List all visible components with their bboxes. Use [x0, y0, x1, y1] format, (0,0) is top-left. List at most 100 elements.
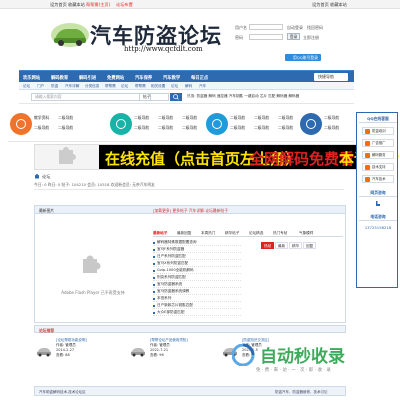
search-button[interactable] — [170, 93, 182, 101]
nav-item-7[interactable]: 每日正点 — [191, 75, 208, 81]
bookmark-link[interactable]: 收藏本站 — [68, 2, 85, 8]
subnav-item[interactable]: 论坛 — [23, 84, 30, 89]
nav-link[interactable]: 二级导航 — [134, 125, 149, 131]
nav-link[interactable]: 二级导航 — [324, 115, 339, 121]
auto-login-label[interactable]: 自动登录 — [287, 25, 303, 31]
ad-banner[interactable]: 在线充值（点击首页左上角） 全网解码免费看 本论坛转 — [34, 144, 399, 170]
home-icon[interactable] — [34, 173, 40, 179]
qq-service-item[interactable]: 广告推广 — [362, 139, 394, 147]
nav-item-4[interactable]: 免费网站 — [107, 75, 124, 81]
tab-picks[interactable]: 论坛精选 — [249, 231, 263, 236]
star-icon[interactable] — [300, 113, 322, 135]
footer-left-text[interactable]: 汽车助盗解码技术-技术论坛区 — [39, 390, 86, 395]
breadcrumb-forum[interactable]: 论坛 — [42, 174, 50, 180]
hot-term[interactable]: 遥控器 — [217, 94, 228, 98]
top-right-link-homepage[interactable]: 设为首页 — [312, 2, 329, 8]
nav-item-5[interactable]: 汽车保养 — [135, 75, 152, 81]
hot-term[interactable]: 匹配 — [268, 94, 275, 98]
login-button[interactable]: 登录 — [287, 33, 300, 40]
nav-link[interactable]: 二级导航 — [324, 125, 339, 131]
welcome-new-member[interactable]: 欢迎新会员: 无奈汽车明友 — [111, 182, 155, 187]
subnav-item[interactable]: 论坛 — [171, 84, 178, 89]
nav-item-6[interactable]: 汽车教学 — [163, 75, 180, 81]
qq-service-item[interactable]: 汽车技术 — [362, 175, 394, 183]
nav-link[interactable]: 教学资料 — [34, 115, 49, 121]
list-item[interactable]: 日产新款芯片钥匙匹配 — [153, 302, 241, 309]
phone-number[interactable]: 13725156218 — [359, 225, 397, 230]
forum-icon[interactable] — [206, 113, 228, 135]
password-input[interactable] — [249, 34, 283, 40]
panel-header-links[interactable]: [加载更多] 更多帖子 汽车详解-论坛最新帖子 — [153, 208, 228, 214]
nav-item-1[interactable]: 欢乐网站 — [23, 75, 40, 81]
hot-term[interactable]: 解码器 — [277, 94, 288, 98]
car-thumbnail[interactable] — [130, 345, 146, 357]
nav-link[interactable]: 二级导航 — [158, 125, 173, 131]
list-item[interactable]: 解码器特殊数据配置查询 — [153, 239, 241, 246]
hot-term[interactable]: 解码器 — [288, 94, 299, 98]
nav-link[interactable]: 二级导航 — [34, 125, 49, 131]
qq-service-item[interactable]: 技术支持 — [362, 163, 394, 171]
qq-login-button[interactable]: 用QQ账号登录 — [285, 54, 321, 61]
hot-term[interactable]: 芯片 — [260, 94, 267, 98]
search-scope-select[interactable]: 帖子 — [139, 93, 169, 101]
nav-link[interactable]: 二级导航 — [230, 125, 245, 131]
flash-slideshow[interactable]: Adobe Flash Player 已不再受支持 — [38, 218, 148, 320]
nav-item-2[interactable]: 解码教育 — [51, 75, 68, 81]
quick-nav-dropdown[interactable]: 快捷导航 — [314, 73, 348, 81]
nav-link[interactable]: 二级导航 — [278, 115, 293, 121]
list-item[interactable]: 宝马F系列防盗器 — [153, 246, 241, 253]
subnav-item[interactable]: 帮帮需 — [105, 84, 116, 89]
hot-term[interactable]: 汽车钥匙 — [229, 94, 243, 98]
qq-service-item[interactable]: 解码服务 — [362, 151, 394, 159]
tab-digest[interactable]: 精华帖子 — [225, 231, 239, 236]
list-item[interactable]: 本田系列 — [153, 295, 241, 302]
hot-term[interactable]: 一键启动 — [244, 94, 258, 98]
help-link[interactable]: 帮帮需(主页) — [86, 2, 110, 8]
list-item[interactable]: 宝马防盗器系统 — [153, 281, 241, 288]
nav-link[interactable]: 二级导航 — [254, 125, 269, 131]
nav-item-3[interactable]: 解码引进 — [79, 75, 96, 81]
tab-hot-week[interactable]: 本周热门 — [201, 231, 215, 236]
hot-term[interactable]: 解码 — [209, 94, 216, 98]
rtab-new[interactable]: 最新 — [275, 242, 289, 249]
qq-service-item[interactable]: 防盗培训 — [362, 127, 394, 135]
list-item[interactable]: 别克系列防盗匹配 — [153, 274, 241, 281]
web-consult-title[interactable]: 网页咨询 — [359, 189, 397, 197]
search-input[interactable]: 请输入搜索内容 — [31, 93, 151, 101]
nav-link[interactable]: 二级导航 — [58, 115, 73, 121]
nav-link[interactable]: 二级导航 — [278, 125, 293, 131]
nav-link[interactable]: 二级导航 — [158, 115, 173, 121]
rtab-digest[interactable]: 精华 — [289, 242, 303, 249]
subnav-item[interactable]: 相关设置 — [151, 84, 165, 89]
car-thumbnail[interactable] — [36, 345, 52, 357]
subnav-item[interactable]: 汽车 — [199, 84, 206, 89]
top-right-link-bookmark[interactable]: 收藏本站 — [330, 2, 347, 8]
car-icon[interactable] — [110, 113, 132, 135]
subnav-item[interactable]: 汽车详解 — [65, 84, 79, 89]
nav-link[interactable]: 二级导航 — [182, 115, 197, 121]
hot-term[interactable]: 防盗器 — [197, 94, 208, 98]
subnav-item[interactable]: 帮帮需 — [135, 84, 146, 89]
tab-hot-special[interactable]: 热门专帖 — [273, 231, 287, 236]
list-item[interactable]: 宝马防盗器系统调教 — [153, 288, 241, 295]
card-1[interactable]: [论坛帮助功能说明] 作者: 管理员 2014-2-27 查看: 88 — [56, 338, 87, 358]
nav-link[interactable]: 二级导航 — [58, 125, 73, 131]
list-item[interactable]: 宝马X系列防盗匹配 — [153, 260, 241, 267]
nav-link[interactable]: 二级导航 — [182, 125, 197, 131]
set-homepage-link[interactable]: 设为首页 — [50, 2, 67, 8]
forgot-password-link[interactable]: 找回密码 — [307, 25, 323, 31]
list-item[interactable]: 大众E部防盗匹配 — [153, 309, 241, 316]
rtab-reply[interactable]: 回复 — [303, 242, 317, 249]
nav-link[interactable]: 二级导航 — [254, 115, 269, 121]
nav-link[interactable]: 二级导航 — [230, 115, 245, 121]
site-logo[interactable]: 汽车防盗论坛 http://www.qcfdlt.com — [48, 17, 221, 55]
list-item[interactable]: 日产系列防盗匹配 — [153, 253, 241, 260]
subnav-item[interactable]: 分类信息 — [85, 84, 99, 89]
subnav-item[interactable]: 论坛 — [121, 84, 128, 89]
register-link[interactable]: 立即注册 — [303, 35, 319, 41]
subnav-item[interactable]: 门户 — [37, 84, 44, 89]
nav-link[interactable]: 二级导航 — [134, 115, 149, 121]
card-2[interactable]: [帮帮论坛产品使用须知] 作者: 管理员 2022-7-21 查看: 96 — [150, 338, 188, 358]
rtab-hot[interactable]: 热帖 — [261, 242, 275, 249]
subnav-item[interactable]: 防盗 — [51, 84, 58, 89]
